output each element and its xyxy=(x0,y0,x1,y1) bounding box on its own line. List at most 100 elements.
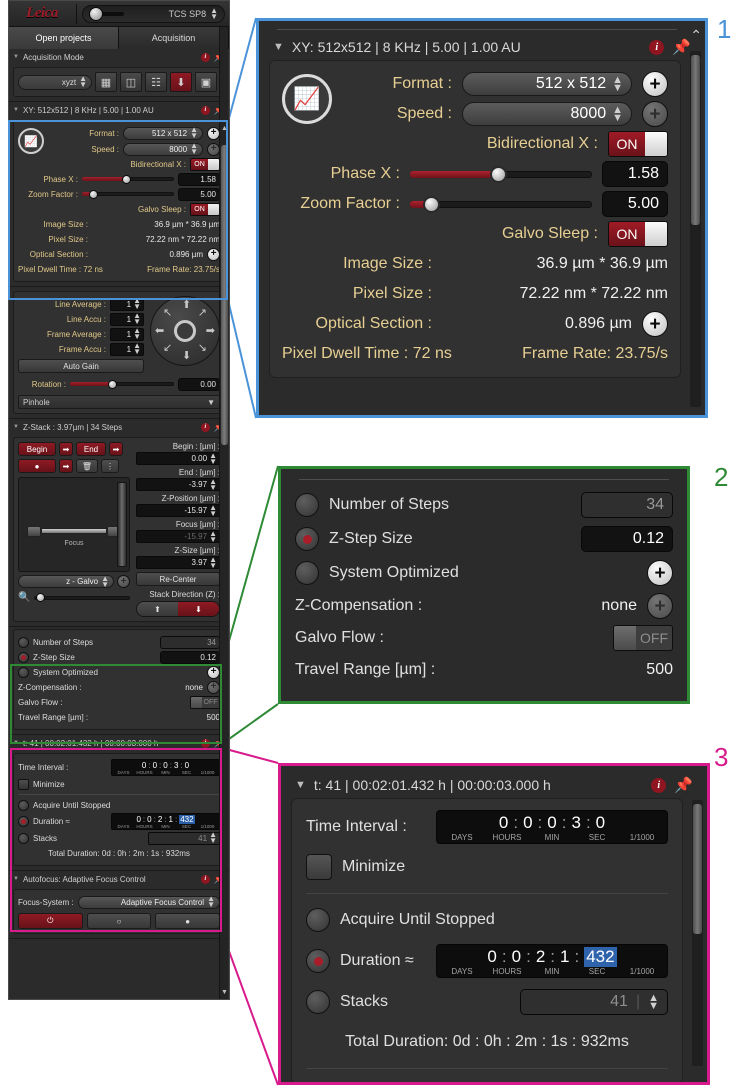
z-step-size-radio[interactable] xyxy=(295,527,319,551)
scroll-down-icon[interactable]: ▼ xyxy=(220,987,229,997)
scan-mode-select[interactable]: xyzt ▲ ▼ xyxy=(18,74,92,90)
phase-slider[interactable] xyxy=(410,165,592,183)
slider-knob[interactable] xyxy=(490,165,508,183)
end-field[interactable]: -3.97 ▲ ▼ xyxy=(136,477,220,491)
stacks-stepper[interactable]: 41 | ▲ ▼ xyxy=(520,989,668,1015)
model-selector[interactable]: TCS SP8 ▲ ▼ xyxy=(169,6,218,20)
zstack-device-select[interactable]: z - Galvo ▲ ▼ xyxy=(18,574,114,588)
acquire-until-stopped-radio[interactable] xyxy=(306,908,330,932)
time-interval-field[interactable]: 0: 0: 0: 3: 0 DAYS HOURS MIN SEC 1/1000 xyxy=(436,810,668,844)
z-compensation-add-button[interactable]: + xyxy=(647,593,673,619)
collapse-caret-icon[interactable]: ▼ xyxy=(13,740,19,746)
duration-radio[interactable] xyxy=(306,949,330,973)
digit-sec[interactable]: 3 xyxy=(571,813,580,833)
zstack-header[interactable]: ▼ Z-Stack : 3.97µm | 34 Steps i 📌 xyxy=(9,419,229,435)
begin-button[interactable]: Begin xyxy=(18,442,56,456)
info-icon[interactable]: i xyxy=(200,874,210,884)
optical-section-add-button[interactable]: + xyxy=(642,311,668,337)
scroll-up-icon[interactable]: ⌃ xyxy=(690,27,702,44)
callout-duration-row[interactable]: Duration ≈ 0: 0: 2: 1: 432 DAYS HOURS MI… xyxy=(306,940,668,982)
digit-min[interactable]: 2 xyxy=(158,815,162,824)
minimize-row[interactable]: Minimize xyxy=(18,777,220,791)
arrow-down-icon[interactable]: ⬇ xyxy=(182,351,191,362)
zoom-value[interactable]: 5.00 xyxy=(178,187,220,201)
end-button[interactable]: End xyxy=(76,442,106,456)
frame-accu-stepper[interactable]: 1 ▲ ▼ xyxy=(110,342,144,356)
dpad-center-button[interactable] xyxy=(174,320,196,342)
digit-days[interactable]: 0 xyxy=(499,813,508,833)
speed-select[interactable]: 8000 ▲ ▼ xyxy=(462,102,632,126)
rotation-value[interactable]: 0.00 xyxy=(178,377,220,391)
callout-timelapse-header[interactable]: ▼ t: 41 | 00:02:01.432 h | 00:00:03.000 … xyxy=(291,772,697,798)
digit-hours[interactable]: 0 xyxy=(512,947,521,967)
stacks-row[interactable]: Stacks 41 ▲ ▼ xyxy=(18,831,220,845)
set-position-button[interactable]: ● xyxy=(18,459,56,473)
number-of-steps-radio[interactable] xyxy=(18,636,29,648)
slider-knob[interactable] xyxy=(422,195,440,213)
titlebar-slider[interactable]: TCS SP8 ▲ ▼ xyxy=(82,4,225,23)
minimize-checkbox[interactable] xyxy=(306,854,332,880)
arrow-up-left-icon[interactable]: ↖ xyxy=(163,308,172,319)
digit-hours[interactable]: 0 xyxy=(147,815,151,824)
chart-icon[interactable]: 📈 xyxy=(18,128,44,154)
z-step-size-row[interactable]: Z-Step Size 0.12 xyxy=(18,650,220,664)
line-accu-stepper[interactable]: 1 ▲ ▼ xyxy=(110,312,144,326)
line-average-stepper[interactable]: 1 ▲ ▼ xyxy=(110,297,144,311)
slider-knob[interactable] xyxy=(89,189,99,199)
focus-field[interactable]: -15.97 ▲ ▼ xyxy=(136,529,220,543)
frame-average-stepper[interactable]: 1 ▲ ▼ xyxy=(110,327,144,341)
split-icon[interactable]: ⋮ xyxy=(101,459,119,473)
digit-sec[interactable]: 3 xyxy=(174,761,178,770)
zoom-slider[interactable] xyxy=(82,189,174,199)
auto-gain-button[interactable]: Auto Gain xyxy=(18,359,144,373)
stack-icon[interactable]: ▣ xyxy=(195,72,217,92)
duration-row[interactable]: Duration ≈ 0: 0: 2: 1: 432 DAYS HOURS MI… xyxy=(18,813,220,830)
arrow-down-right-icon[interactable]: ↘ xyxy=(198,343,207,354)
callout-scrollbar-thumb[interactable] xyxy=(691,55,700,225)
speed-add-button[interactable]: + xyxy=(642,101,668,127)
info-icon[interactable]: i xyxy=(651,777,667,793)
begin-field[interactable]: 0.00 ▲ ▼ xyxy=(136,451,220,465)
zstack-vertical-slider[interactable] xyxy=(117,482,127,567)
phase-value[interactable]: 1.58 xyxy=(178,172,220,186)
zoom-value[interactable]: 5.00 xyxy=(602,191,668,217)
callout-scrollbar[interactable] xyxy=(692,800,703,1066)
autofocus-record-button[interactable]: ⏻ xyxy=(18,913,83,929)
digit-days[interactable]: 0 xyxy=(142,761,146,770)
callout-minimize-row[interactable]: Minimize xyxy=(306,847,668,887)
z-step-size-radio[interactable] xyxy=(18,651,29,663)
stack-direction-down-button[interactable]: ⬇ xyxy=(178,602,219,616)
digit-ms[interactable]: 432 xyxy=(179,815,195,824)
digit-ms[interactable]: 0 xyxy=(185,761,189,770)
collapse-caret-icon[interactable]: ▼ xyxy=(13,107,19,113)
scan-field-dpad[interactable]: ⬆ ⬇ ⬅ ➡ ↖ ↗ ↙ ↘ xyxy=(150,296,220,366)
time-interval-field[interactable]: 0: 0: 0: 3: 0 DAYS HOURS MIN SEC 1/1000 xyxy=(111,759,220,776)
slider-knob[interactable] xyxy=(122,174,132,184)
rotation-slider[interactable] xyxy=(70,379,174,389)
number-of-steps-value[interactable]: 34 xyxy=(581,492,673,518)
galvo-sleep-toggle[interactable]: ON xyxy=(190,202,220,216)
slider-knob[interactable] xyxy=(108,379,118,389)
digit-sec[interactable]: 1 xyxy=(169,815,173,824)
info-icon[interactable]: i xyxy=(200,105,210,115)
zoom-slider[interactable] xyxy=(410,195,592,213)
info-icon[interactable]: i xyxy=(200,422,210,432)
callout-scrollbar-thumb[interactable] xyxy=(693,804,702,934)
duration-radio[interactable] xyxy=(18,816,29,827)
digit-min[interactable]: 0 xyxy=(547,813,556,833)
stacks-radio[interactable] xyxy=(18,832,29,844)
collapse-caret-icon[interactable]: ▼ xyxy=(295,779,306,791)
phase-value[interactable]: 1.58 xyxy=(602,161,668,187)
callout-number-of-steps-row[interactable]: Number of Steps 34 xyxy=(295,488,673,522)
titlebar-slider-knob[interactable] xyxy=(89,6,103,21)
zposition-field[interactable]: -15.97 ▲ ▼ xyxy=(136,503,220,517)
arrow-up-icon[interactable]: ⬆ xyxy=(182,300,191,311)
digit-min[interactable]: 0 xyxy=(163,761,167,770)
info-icon[interactable]: i xyxy=(649,39,665,55)
re-center-button[interactable]: Re-Center xyxy=(136,572,220,586)
galvo-flow-toggle[interactable]: OFF xyxy=(613,625,673,651)
panel-scrollbar-thumb[interactable] xyxy=(221,145,228,445)
minimize-checkbox[interactable] xyxy=(18,778,29,790)
collapse-caret-icon[interactable]: ▼ xyxy=(13,54,19,60)
collapse-caret-icon[interactable]: ▼ xyxy=(273,41,284,53)
